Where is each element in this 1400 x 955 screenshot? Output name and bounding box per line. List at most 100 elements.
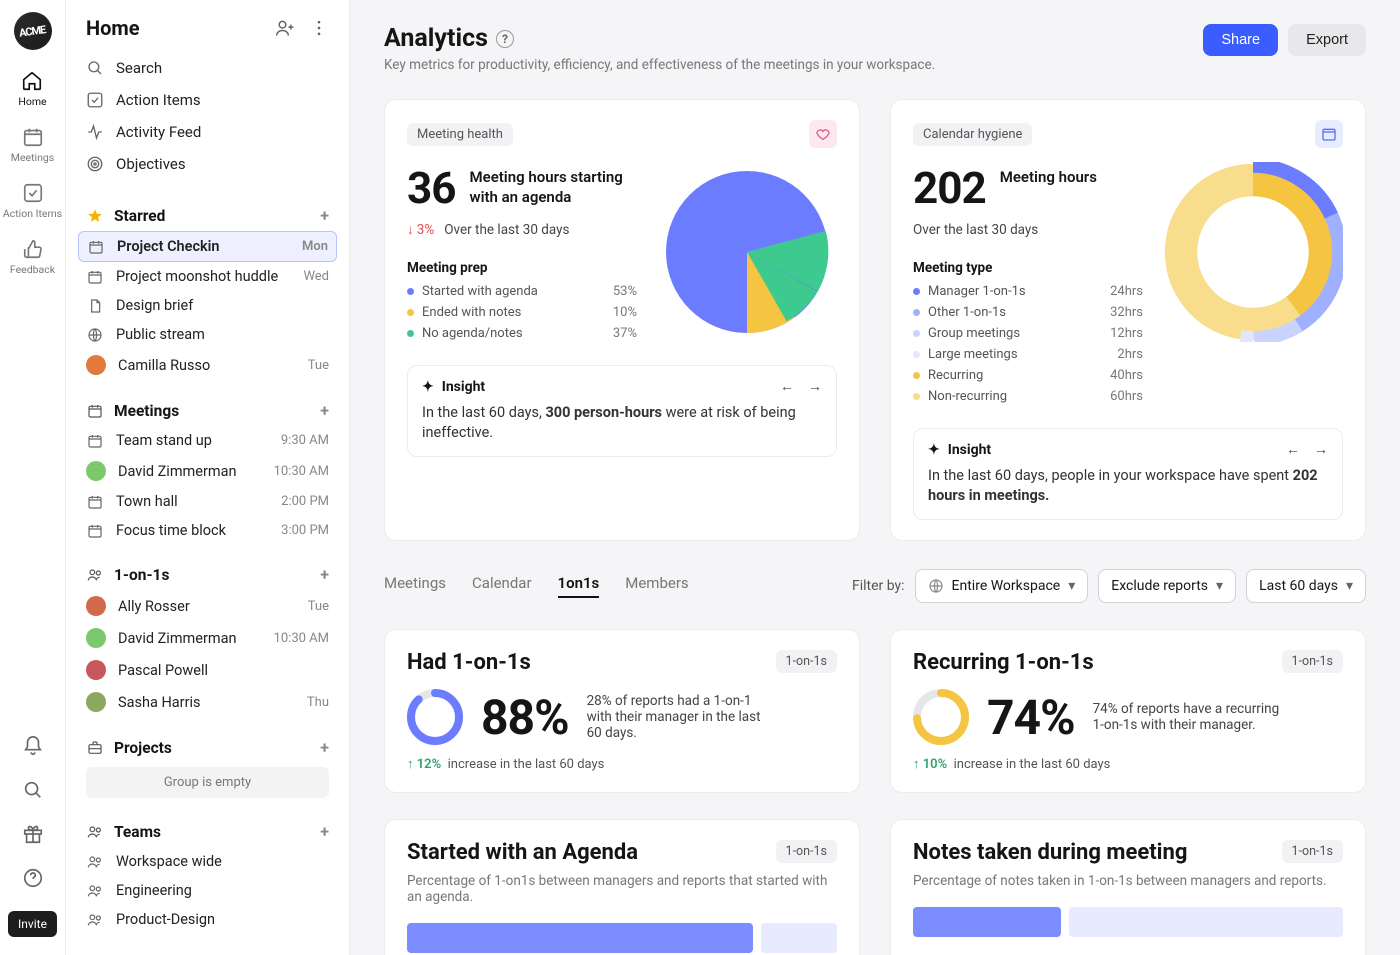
sidebar-item-sasha-harris[interactable]: Sasha Harris Thu bbox=[78, 686, 337, 718]
people-icon bbox=[86, 567, 104, 583]
sidebar-item-project-moonshot-huddle[interactable]: Project moonshot huddle Wed bbox=[78, 262, 337, 291]
page-title: Analytics ? bbox=[384, 24, 1203, 53]
tab-1on1s[interactable]: 1on1s bbox=[558, 574, 600, 598]
item-label: Camilla Russo bbox=[118, 357, 210, 374]
workspace-select[interactable]: Entire Workspace▾ bbox=[915, 569, 1089, 603]
donut-chart bbox=[407, 689, 463, 745]
item-meta: Tue bbox=[308, 599, 329, 614]
sidebar-item-focus-time-block[interactable]: Focus time block 3:00 PM bbox=[78, 516, 337, 545]
tab-calendar[interactable]: Calendar bbox=[472, 574, 532, 598]
add-icon[interactable]: + bbox=[320, 401, 329, 420]
sidebar-item-david-zimmerman[interactable]: David Zimmerman 10:30 AM bbox=[78, 622, 337, 654]
search-icon[interactable] bbox=[22, 779, 44, 801]
more-icon[interactable] bbox=[309, 18, 329, 38]
sidebar-item-pascal-powell[interactable]: Pascal Powell bbox=[78, 654, 337, 686]
add-icon[interactable]: + bbox=[320, 822, 329, 841]
item-meta: 2:00 PM bbox=[281, 494, 329, 509]
help-tooltip-icon[interactable]: ? bbox=[496, 30, 514, 48]
section-head-meetings[interactable]: Meetings + bbox=[78, 395, 337, 426]
card-pill: 1-on-1s bbox=[1282, 840, 1343, 863]
sidebar-nav-action-items[interactable]: Action Items bbox=[78, 84, 337, 116]
notifications-icon[interactable] bbox=[22, 735, 44, 757]
legend-dot bbox=[913, 330, 920, 337]
sidebar-item-workspace-wide[interactable]: Workspace wide bbox=[78, 847, 337, 876]
rail-action-items[interactable]: Action Items bbox=[3, 182, 62, 220]
share-button[interactable]: Share bbox=[1203, 24, 1278, 56]
range-select[interactable]: Last 60 days▾ bbox=[1246, 569, 1366, 603]
sidebar-item-team-stand-up[interactable]: Team stand up 9:30 AM bbox=[78, 426, 337, 455]
item-label: Workspace wide bbox=[116, 853, 222, 870]
workspace-logo[interactable]: ACME bbox=[14, 12, 52, 50]
sidebar-nav-search[interactable]: Search bbox=[78, 52, 337, 84]
sidebar-item-david-zimmerman[interactable]: David Zimmerman 10:30 AM bbox=[78, 455, 337, 487]
insight-box: ✦ Insight ← → In the last 60 days, peopl… bbox=[913, 428, 1343, 520]
legend-dot bbox=[407, 330, 414, 337]
item-meta: 3:00 PM bbox=[281, 523, 329, 538]
item-label: Engineering bbox=[116, 882, 192, 899]
item-label: Public stream bbox=[116, 326, 205, 343]
item-label: Product-Design bbox=[116, 911, 215, 928]
sidebar-nav-activity-feed[interactable]: Activity Feed bbox=[78, 116, 337, 148]
heart-icon bbox=[809, 120, 837, 148]
legend-dot bbox=[913, 393, 920, 400]
invite-button[interactable]: Invite bbox=[8, 911, 57, 937]
legend-label: Recurring bbox=[928, 368, 983, 383]
metric-label: Meeting hours bbox=[1000, 162, 1097, 188]
sidebar-item-design-brief[interactable]: Design brief bbox=[78, 291, 337, 320]
sidebar-item-town-hall[interactable]: Town hall 2:00 PM bbox=[78, 487, 337, 516]
legend-row: Manager 1-on-1s 24hrs bbox=[913, 284, 1143, 299]
insight-next-icon[interactable]: → bbox=[1314, 441, 1328, 458]
section-title: Teams bbox=[114, 823, 161, 841]
star-icon bbox=[86, 208, 104, 224]
export-button[interactable]: Export bbox=[1288, 24, 1366, 56]
sidebar-item-engineering[interactable]: Engineering bbox=[78, 876, 337, 905]
legend-label: Manager 1-on-1s bbox=[928, 284, 1026, 299]
exclude-select[interactable]: Exclude reports▾ bbox=[1098, 569, 1236, 603]
metric-label: Meeting hours starting with an agenda bbox=[470, 162, 630, 207]
sidebar-nav-objectives[interactable]: Objectives bbox=[78, 148, 337, 180]
legend-value: 12hrs bbox=[1110, 326, 1143, 341]
add-icon[interactable]: + bbox=[320, 206, 329, 225]
sidebar-item-product-design[interactable]: Product-Design bbox=[78, 905, 337, 934]
help-icon[interactable] bbox=[22, 867, 44, 889]
section-head-1-on-1s[interactable]: 1-on-1s + bbox=[78, 559, 337, 590]
sidebar-item-public-stream[interactable]: Public stream bbox=[78, 320, 337, 349]
add-icon[interactable]: + bbox=[320, 565, 329, 584]
sidebar-item-ally-rosser[interactable]: Ally Rosser Tue bbox=[78, 590, 337, 622]
item-meta: 10:30 AM bbox=[274, 631, 329, 646]
sidebar-item-project-checkin[interactable]: Project Checkin Mon bbox=[78, 231, 337, 262]
section-head-starred[interactable]: Starred + bbox=[78, 200, 337, 231]
rail-feedback[interactable]: Feedback bbox=[10, 238, 55, 276]
delta-down: ↓ 3% bbox=[407, 222, 434, 238]
item-label: Ally Rosser bbox=[118, 598, 190, 615]
legend-label: Other 1-on-1s bbox=[928, 305, 1006, 320]
stat-title: Recurring 1-on-1s bbox=[913, 650, 1094, 675]
insight-prev-icon[interactable]: ← bbox=[780, 378, 794, 395]
legend-row: Other 1-on-1s 32hrs bbox=[913, 305, 1143, 320]
tab-members[interactable]: Members bbox=[625, 574, 688, 598]
item-label: Project moonshot huddle bbox=[116, 268, 278, 285]
insight-next-icon[interactable]: → bbox=[808, 378, 822, 395]
rail-home[interactable]: Home bbox=[18, 70, 46, 108]
empty-state: Group is empty bbox=[86, 767, 329, 798]
sidebar-item-camilla-russo[interactable]: Camilla Russo Tue bbox=[78, 349, 337, 381]
legend-value: 24hrs bbox=[1110, 284, 1143, 299]
legend-row: Ended with notes 10% bbox=[407, 305, 637, 320]
metric-number: 202 bbox=[913, 162, 986, 214]
add-user-icon[interactable] bbox=[275, 18, 295, 38]
item-label: David Zimmerman bbox=[118, 463, 236, 480]
nav-label: Activity Feed bbox=[116, 123, 201, 141]
add-icon[interactable]: + bbox=[320, 738, 329, 757]
section-head-projects[interactable]: Projects + bbox=[78, 732, 337, 763]
gift-icon[interactable] bbox=[22, 823, 44, 845]
legend-label: Group meetings bbox=[928, 326, 1020, 341]
item-meta: Tue bbox=[308, 358, 329, 373]
rail-meetings[interactable]: Meetings bbox=[11, 126, 54, 164]
section-head-teams[interactable]: Teams + bbox=[78, 816, 337, 847]
metric-period: Over the last 30 days bbox=[913, 222, 1038, 238]
chevron-down-icon: ▾ bbox=[1346, 578, 1353, 594]
legend-title: Meeting prep bbox=[407, 260, 637, 276]
tab-meetings[interactable]: Meetings bbox=[384, 574, 446, 598]
insight-prev-icon[interactable]: ← bbox=[1286, 441, 1300, 458]
section-title: Meetings bbox=[114, 402, 179, 420]
